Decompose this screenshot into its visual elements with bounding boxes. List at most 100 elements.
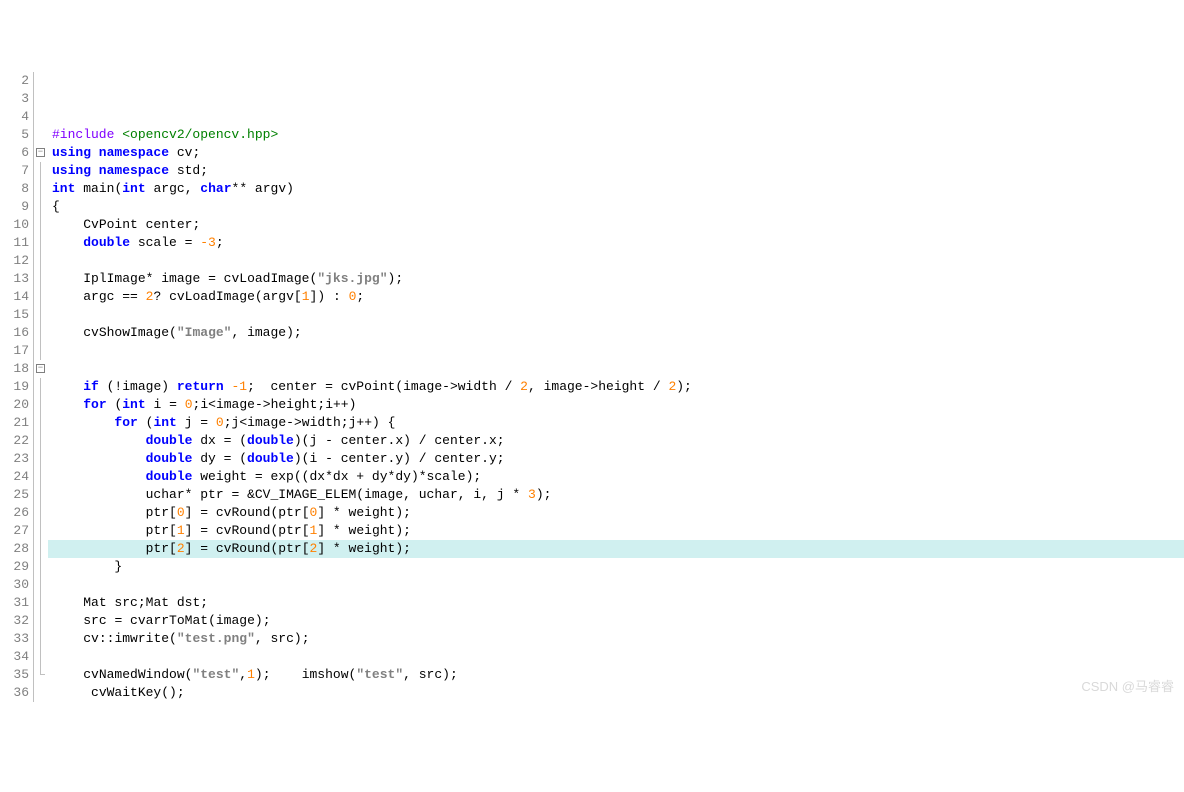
code-line[interactable]: cvShowImage("Image", image); [48, 324, 1184, 342]
token-pn: ; [200, 163, 208, 178]
token-kw: double [247, 433, 294, 448]
token-pn: ); [395, 505, 411, 520]
token-pn [52, 577, 60, 592]
code-line[interactable]: double weight = exp((dx*dx + dy*dy)*scal… [48, 468, 1184, 486]
code-line[interactable]: uchar* ptr = &CV_IMAGE_ELEM(image, uchar… [48, 486, 1184, 504]
fold-cell [34, 162, 48, 180]
token-pn: ); [442, 667, 458, 682]
token-pn [52, 325, 83, 340]
token-num: -1 [231, 379, 247, 394]
token-id: image [544, 379, 583, 394]
line-number: 11 [0, 234, 29, 252]
code-line[interactable]: double dy = (double)(i - center.y) / cen… [48, 450, 1184, 468]
code-line[interactable]: Mat src;Mat dst; [48, 594, 1184, 612]
token-id: cv [177, 145, 193, 160]
token-pn [52, 613, 83, 628]
fold-cell [34, 522, 48, 540]
token-pn: / [653, 379, 669, 394]
token-pn: (! [107, 379, 123, 394]
token-pn [52, 289, 83, 304]
code-line[interactable] [48, 576, 1184, 594]
code-line[interactable]: argc == 2? cvLoadImage(argv[1]) : 0; [48, 288, 1184, 306]
code-line[interactable]: ptr[1] = cvRound(ptr[1] * weight); [48, 522, 1184, 540]
line-number: 10 [0, 216, 29, 234]
fold-cell [34, 90, 48, 108]
line-number: 29 [0, 558, 29, 576]
token-pn: = & [231, 487, 254, 502]
code-line[interactable]: } [48, 558, 1184, 576]
token-kw2: #include [52, 127, 122, 142]
token-id: scale [427, 469, 466, 484]
fold-column[interactable]: −− [34, 72, 48, 702]
token-pn: -> [255, 397, 271, 412]
token-id: cvWaitKey [91, 685, 161, 700]
code-line[interactable]: for (int j = 0;j<image->width;j++) { [48, 414, 1184, 432]
token-id: y [395, 451, 403, 466]
code-line[interactable]: #include <opencv2/opencv.hpp> [48, 126, 1184, 144]
code-area[interactable]: CSDN @马睿睿 #include <opencv2/opencv.hpp>u… [48, 72, 1184, 702]
code-line[interactable]: src = cvarrToMat(image); [48, 612, 1184, 630]
token-id: ptr [146, 523, 169, 538]
token-pn: ); [388, 271, 404, 286]
token-id: cvRound [216, 505, 271, 520]
code-line[interactable]: cvWaitKey(); [48, 684, 1184, 702]
token-pn [52, 343, 60, 358]
token-pn: [ [169, 541, 177, 556]
token-kw: int [122, 181, 153, 196]
token-id: height [598, 379, 653, 394]
token-id: dx [309, 469, 325, 484]
code-line[interactable]: ptr[2] = cvRound(ptr[2] * weight); [48, 540, 1184, 558]
token-pn [52, 307, 60, 322]
token-id: cvLoadImage [169, 289, 255, 304]
token-pn [52, 253, 60, 268]
token-pn [52, 361, 60, 376]
code-line[interactable] [48, 342, 1184, 360]
token-id: weight [349, 523, 396, 538]
token-pn: ]) : [310, 289, 349, 304]
code-line[interactable]: using namespace cv; [48, 144, 1184, 162]
token-pn: [ [302, 541, 310, 556]
token-pn: = [114, 613, 130, 628]
token-id: i [153, 397, 169, 412]
token-id: imshow [302, 667, 349, 682]
token-str: "test.png" [177, 631, 255, 646]
code-line[interactable]: double dx = (double)(j - center.x) / cen… [48, 432, 1184, 450]
code-line[interactable] [48, 306, 1184, 324]
code-line[interactable]: cv::imwrite("test.png", src); [48, 630, 1184, 648]
token-pn: . [481, 433, 489, 448]
code-line[interactable]: int main(int argc, char** argv) [48, 180, 1184, 198]
code-line[interactable]: if (!image) return -1; center = cvPoint(… [48, 378, 1184, 396]
code-line[interactable]: using namespace std; [48, 162, 1184, 180]
code-line[interactable]: cvNamedWindow("test",1); imshow("test", … [48, 666, 1184, 684]
line-number: 8 [0, 180, 29, 198]
fold-toggle-icon[interactable]: − [36, 364, 45, 373]
fold-cell [34, 306, 48, 324]
line-number: 36 [0, 684, 29, 702]
token-pn: ; [356, 289, 364, 304]
token-pn [52, 397, 83, 412]
token-id: image [216, 613, 255, 628]
token-pn: = [200, 415, 216, 430]
token-pn: -> [286, 415, 302, 430]
fold-cell [34, 108, 48, 126]
code-line[interactable]: double scale = -3; [48, 234, 1184, 252]
code-line[interactable] [48, 252, 1184, 270]
code-line[interactable] [48, 648, 1184, 666]
code-line[interactable]: { [48, 198, 1184, 216]
code-line[interactable]: for (int i = 0;i<image->height;i++) [48, 396, 1184, 414]
token-pn: = [325, 379, 341, 394]
fold-toggle-icon[interactable]: − [36, 148, 45, 157]
token-pn: -> [442, 379, 458, 394]
token-id: exp [270, 469, 293, 484]
token-pn: , [458, 487, 474, 502]
token-pn: = [208, 271, 224, 286]
code-line[interactable]: CvPoint center; [48, 216, 1184, 234]
code-line[interactable] [48, 360, 1184, 378]
fold-cell: − [34, 360, 48, 378]
token-id: ptr [278, 505, 301, 520]
code-line[interactable]: IplImage* image = cvLoadImage("jks.jpg")… [48, 270, 1184, 288]
code-line[interactable]: ptr[0] = cvRound(ptr[0] * weight); [48, 504, 1184, 522]
token-id: cvarrToMat [130, 613, 208, 628]
token-pn: = ( [224, 433, 247, 448]
line-number: 16 [0, 324, 29, 342]
